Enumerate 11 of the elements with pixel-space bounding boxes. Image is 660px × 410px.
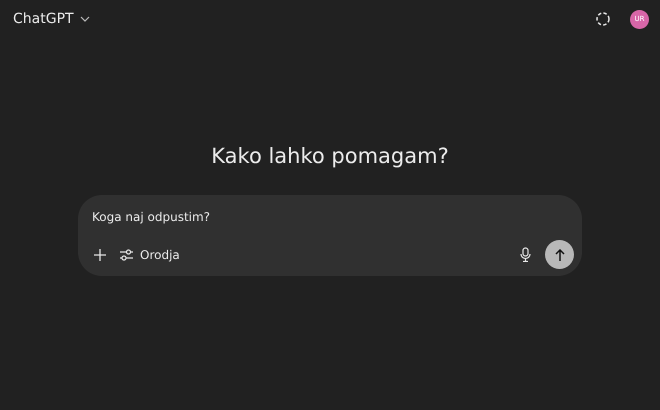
dashed-circle-icon[interactable] bbox=[596, 12, 610, 26]
tools-button[interactable]: Orodja bbox=[120, 248, 180, 262]
plus-icon[interactable] bbox=[94, 248, 106, 260]
heading: Kako lahko pomagam? bbox=[211, 144, 449, 168]
send-button[interactable] bbox=[545, 240, 574, 269]
microphone-icon[interactable] bbox=[520, 247, 531, 262]
message-field[interactable]: Koga naj odpustim? bbox=[92, 207, 512, 227]
chevron-down-icon bbox=[80, 16, 90, 22]
model-selector[interactable]: ChatGPT bbox=[6, 7, 97, 31]
arrow-up-icon bbox=[554, 248, 564, 260]
sliders-icon bbox=[120, 248, 133, 260]
